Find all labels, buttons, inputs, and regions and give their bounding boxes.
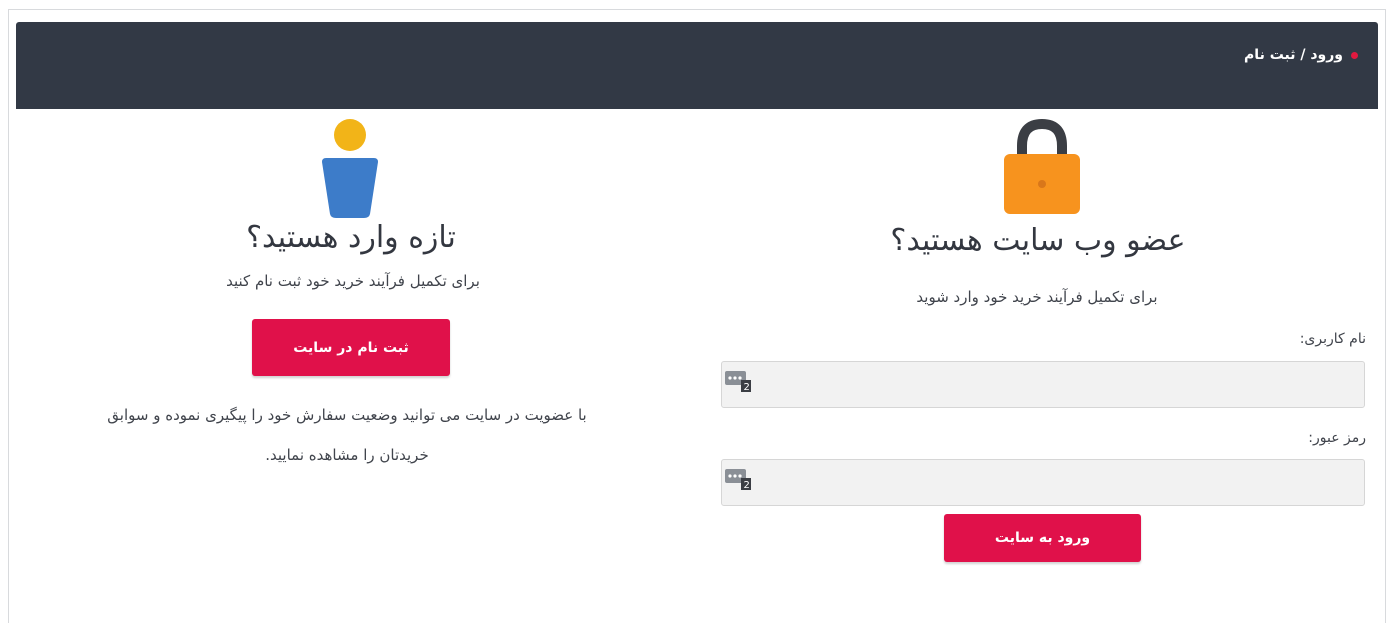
login-subtext: برای تکمیل فرآیند خرید خود وارد شوید (916, 288, 1158, 306)
password-manager-icon[interactable]: 2 (725, 370, 751, 392)
register-info-line-1: با عضویت در سایت می توانید وضعیت سفارش خ… (107, 406, 587, 424)
username-input[interactable] (721, 361, 1365, 408)
password-manager-icon[interactable]: 2 (725, 468, 751, 490)
register-subtext: برای تکمیل فرآیند خرید خود ثبت نام کنید (226, 272, 480, 290)
username-label: نام کاربری: (1299, 331, 1366, 347)
register-info-line-2: خریدتان را مشاهده نمایید. (265, 446, 429, 464)
login-button[interactable]: ورود به سایت (944, 514, 1141, 562)
password-input[interactable] (721, 459, 1365, 506)
page-header-title: ورود / ثبت نام (1244, 47, 1358, 63)
header-title-text: ورود / ثبت نام (1244, 47, 1343, 63)
bullet-dot-icon (1351, 51, 1358, 59)
svg-text:2: 2 (744, 480, 750, 490)
register-heading: تازه وارد هستید؟ (246, 220, 456, 255)
register-button[interactable]: ثبت نام در سایت (252, 319, 450, 376)
lock-icon (1004, 118, 1080, 214)
password-label: رمز عبور: (1308, 430, 1366, 446)
svg-text:2: 2 (744, 382, 750, 392)
page-header-bar (16, 22, 1378, 109)
login-heading: عضو وب سایت هستید؟ (890, 223, 1186, 258)
person-icon (322, 119, 378, 218)
